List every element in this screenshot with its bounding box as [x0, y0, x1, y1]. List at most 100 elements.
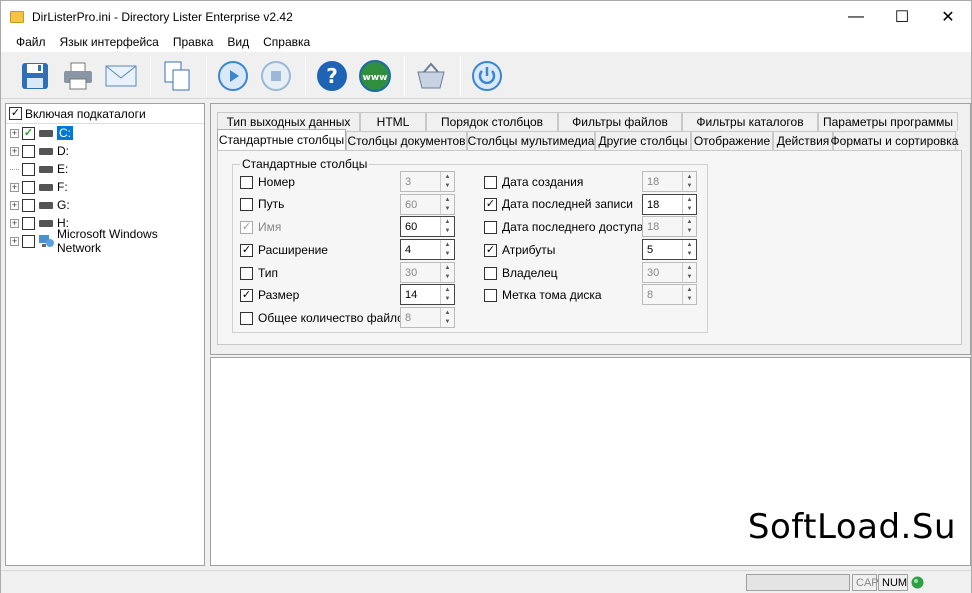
expand-icon[interactable]: +: [10, 200, 19, 210]
width-spinner-created[interactable]: 18 ▲ ▼: [642, 171, 697, 192]
spin-down-icon[interactable]: ▼: [683, 182, 696, 192]
checkbox[interactable]: [240, 311, 253, 325]
tab-program-settings[interactable]: Параметры программы: [818, 112, 958, 131]
column-option-volume-label[interactable]: Метка тома диска: [484, 285, 602, 305]
spin-up-icon[interactable]: ▲: [683, 195, 696, 205]
print-icon[interactable]: [58, 56, 98, 96]
drive-checkbox[interactable]: [22, 198, 35, 212]
width-spinner-owner[interactable]: 30 ▲ ▼: [642, 262, 697, 283]
checkbox[interactable]: [240, 197, 253, 211]
tab-column-order[interactable]: Порядок столбцов: [426, 112, 558, 131]
include-subfolders-option[interactable]: ✓ Включая подкаталоги: [6, 104, 204, 124]
expand-icon[interactable]: +: [10, 146, 19, 156]
help-icon[interactable]: ?: [312, 56, 352, 96]
column-option-accessed[interactable]: Дата последнего доступа: [484, 217, 643, 237]
tree-node-f[interactable]: + F:: [6, 178, 204, 196]
expand-icon[interactable]: +: [10, 218, 19, 228]
network-checkbox[interactable]: [22, 234, 35, 248]
spin-down-icon[interactable]: ▼: [441, 205, 454, 215]
spin-up-icon[interactable]: ▲: [683, 285, 696, 295]
tree-node-d[interactable]: + D:: [6, 142, 204, 160]
column-option-path[interactable]: Путь: [240, 194, 284, 214]
menu-language[interactable]: Язык интерфейса: [53, 35, 166, 49]
width-spinner-volume-label[interactable]: 8 ▲ ▼: [642, 284, 697, 305]
width-spinner-name[interactable]: 60 ▲ ▼: [400, 216, 455, 237]
expand-icon[interactable]: +: [10, 182, 19, 192]
power-icon[interactable]: [467, 56, 507, 96]
spin-up-icon[interactable]: ▲: [683, 217, 696, 227]
width-spinner-file-count[interactable]: 8 ▲ ▼: [400, 307, 455, 328]
column-option-size[interactable]: ✓ Размер: [240, 285, 299, 305]
tab-standard-columns[interactable]: Стандартные столбцы: [217, 129, 346, 150]
tab-folder-filters[interactable]: Фильтры каталогов: [682, 112, 818, 131]
basket-icon[interactable]: [411, 56, 451, 96]
spin-up-icon[interactable]: ▲: [683, 263, 696, 273]
spin-down-icon[interactable]: ▼: [683, 205, 696, 215]
column-option-file-count[interactable]: Общее количество файлов: [240, 308, 410, 328]
drive-checkbox[interactable]: [22, 216, 35, 230]
spin-down-icon[interactable]: ▼: [441, 250, 454, 260]
tab-display[interactable]: Отображение: [691, 131, 773, 150]
checkbox[interactable]: ✓: [484, 197, 497, 211]
web-icon[interactable]: www: [355, 56, 395, 96]
menu-file[interactable]: Файл: [9, 35, 53, 49]
tab-multimedia-columns[interactable]: Столбцы мультимедиа: [467, 131, 595, 150]
tree-node-g[interactable]: + G:: [6, 196, 204, 214]
spin-up-icon[interactable]: ▲: [441, 217, 454, 227]
checkbox[interactable]: [240, 175, 253, 189]
spin-up-icon[interactable]: ▲: [683, 240, 696, 250]
checkbox[interactable]: ✓: [240, 220, 253, 234]
checkbox[interactable]: [240, 266, 253, 280]
column-option-type[interactable]: Тип: [240, 263, 278, 283]
expand-icon[interactable]: +: [10, 236, 19, 246]
checkbox[interactable]: [484, 175, 497, 189]
checkbox[interactable]: [484, 266, 497, 280]
spin-down-icon[interactable]: ▼: [441, 182, 454, 192]
copy-icon[interactable]: [157, 56, 197, 96]
tree-node-network[interactable]: + Microsoft Windows Network: [6, 227, 204, 255]
column-option-attributes[interactable]: ✓ Атрибуты: [484, 240, 555, 260]
save-icon[interactable]: [15, 56, 55, 96]
spin-up-icon[interactable]: ▲: [441, 263, 454, 273]
include-subfolders-checkbox[interactable]: ✓: [9, 107, 22, 120]
spin-down-icon[interactable]: ▼: [683, 250, 696, 260]
width-spinner-number[interactable]: 3 ▲ ▼: [400, 171, 455, 192]
column-option-extension[interactable]: ✓ Расширение: [240, 240, 328, 260]
spin-down-icon[interactable]: ▼: [441, 295, 454, 305]
width-spinner-size[interactable]: 14 ▲ ▼: [400, 284, 455, 305]
width-spinner-accessed[interactable]: 18 ▲ ▼: [642, 216, 697, 237]
menu-help[interactable]: Справка: [256, 35, 317, 49]
tab-document-columns[interactable]: Столбцы документов: [346, 131, 467, 150]
minimize-button[interactable]: —: [833, 1, 879, 32]
menu-edit[interactable]: Правка: [166, 35, 221, 49]
stop-icon[interactable]: [256, 56, 296, 96]
column-option-modified[interactable]: ✓ Дата последней записи: [484, 194, 633, 214]
spin-down-icon[interactable]: ▼: [683, 295, 696, 305]
drive-checkbox[interactable]: [22, 162, 35, 176]
close-button[interactable]: ✕: [925, 1, 971, 32]
spin-up-icon[interactable]: ▲: [441, 308, 454, 318]
spin-up-icon[interactable]: ▲: [683, 172, 696, 182]
tree-node-c[interactable]: + ✓ C:: [6, 124, 204, 142]
expand-icon[interactable]: +: [10, 128, 19, 138]
tab-formats-sorting[interactable]: Форматы и сортировка: [831, 131, 958, 150]
email-icon[interactable]: [101, 56, 141, 96]
spin-up-icon[interactable]: ▲: [441, 285, 454, 295]
menu-view[interactable]: Вид: [220, 35, 256, 49]
width-spinner-path[interactable]: 60 ▲ ▼: [400, 194, 455, 215]
spin-down-icon[interactable]: ▼: [683, 227, 696, 237]
spin-down-icon[interactable]: ▼: [441, 318, 454, 328]
tab-html[interactable]: HTML: [360, 112, 426, 131]
maximize-button[interactable]: ☐: [879, 1, 925, 32]
column-option-number[interactable]: Номер: [240, 172, 295, 192]
spin-up-icon[interactable]: ▲: [441, 240, 454, 250]
drive-checkbox[interactable]: [22, 144, 35, 158]
column-option-created[interactable]: Дата создания: [484, 172, 583, 192]
tab-file-filters[interactable]: Фильтры файлов: [558, 112, 682, 131]
checkbox[interactable]: ✓: [240, 288, 253, 302]
spin-down-icon[interactable]: ▼: [441, 273, 454, 283]
checkbox[interactable]: [484, 288, 497, 302]
spin-down-icon[interactable]: ▼: [683, 273, 696, 283]
width-spinner-modified[interactable]: 18 ▲ ▼: [642, 194, 697, 215]
checkbox[interactable]: [484, 220, 497, 234]
